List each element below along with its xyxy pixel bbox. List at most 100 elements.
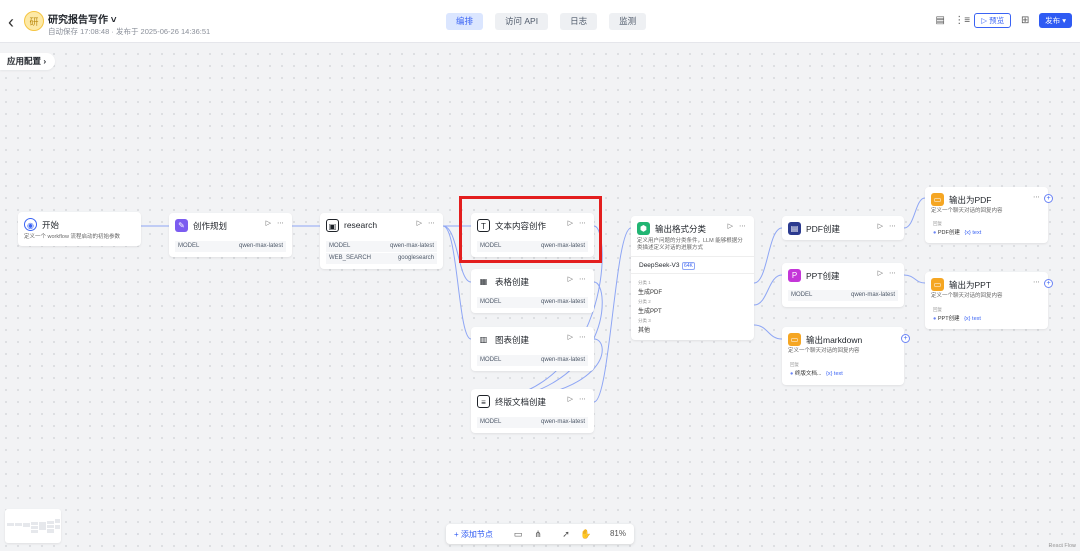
node-more-icon[interactable]: ⋯ bbox=[1033, 193, 1042, 201]
search-value: googlesearch bbox=[397, 255, 434, 261]
class-3-label: 分类 3 bbox=[638, 318, 651, 323]
react-flow-attribution[interactable]: React Flow bbox=[1048, 543, 1076, 549]
node-final-doc[interactable]: ≡ 终版文档创建 ▷ ⋯ MODEL qwen-max-latest bbox=[471, 389, 594, 433]
class-3-value: 其他 bbox=[638, 328, 651, 334]
pointer-icon[interactable]: ➚ bbox=[560, 528, 572, 540]
note-icon[interactable]: ▭ bbox=[512, 528, 524, 540]
settings-grid-icon[interactable]: ⊞ bbox=[1019, 14, 1031, 28]
highlight-box bbox=[459, 196, 602, 263]
model-row: MODEL qwen-max-latest bbox=[175, 241, 286, 252]
reply-text-var: {x} text bbox=[964, 230, 982, 236]
add-next-node-icon[interactable]: + bbox=[901, 334, 910, 343]
class-2-label: 分类 2 bbox=[638, 299, 651, 304]
node-description: 定义用户问题的分类条件，LLM 能够根据分类描述定义对话的进展方式 bbox=[637, 238, 743, 251]
node-run-more-icon[interactable]: ▷ ⋯ bbox=[878, 269, 898, 277]
zoom-level[interactable]: 81% bbox=[610, 529, 626, 538]
app-title[interactable]: 研究报告写作 ˅ bbox=[48, 11, 117, 26]
node-header: ▭ 输出markdown bbox=[788, 333, 898, 347]
canvas-toolbar: + 添加节点 ▭ ⋔ ➚ ✋ 81% bbox=[446, 524, 634, 544]
search-label: WEB_SEARCH bbox=[329, 255, 372, 261]
model-row: MODEL qwen-max-latest bbox=[477, 355, 588, 366]
back-arrow-icon[interactable]: ‹ bbox=[8, 13, 22, 31]
node-start[interactable]: ◉ 开始 定义一个 workflow 流程启动的初始参数 bbox=[18, 212, 141, 246]
model-label: MODEL bbox=[480, 299, 502, 305]
node-research[interactable]: ▣ research ▷ ⋯ MODEL qwen-max-latest WEB_… bbox=[320, 213, 443, 269]
add-next-node-icon[interactable]: + bbox=[1044, 194, 1053, 203]
node-header: ✎ 创作规划 ▷ ⋯ bbox=[175, 219, 286, 233]
node-output-markdown[interactable]: ▭ 输出markdown 定义一个聊天对话的回复内容 回复 ● 终版文档... … bbox=[782, 327, 910, 385]
node-run-more-icon[interactable]: ▷ ⋯ bbox=[568, 333, 588, 341]
node-chart-creation[interactable]: ▥ 图表创建 ▷ ⋯ MODEL qwen-max-latest bbox=[471, 327, 594, 371]
add-node-button[interactable]: + 添加节点 bbox=[454, 529, 493, 540]
layout-icon[interactable]: ⋔ bbox=[532, 528, 544, 540]
minimap[interactable] bbox=[5, 509, 61, 543]
node-run-more-icon[interactable]: ▷ ⋯ bbox=[878, 222, 898, 230]
header-actions: ▤ ⋮≡ ▷ 预览 ⊞ 发布 ▾ bbox=[934, 13, 1072, 28]
reply-variable: ● 终版文档... {x} text bbox=[790, 369, 843, 377]
node-title: 开始 bbox=[42, 220, 60, 230]
node-output-pdf[interactable]: ▭ 输出为PDF ⋯ 定义一个聊天对话的回复内容 回复 ● PDF创建 {x} … bbox=[925, 187, 1053, 243]
preview-button[interactable]: ▷ 预览 bbox=[974, 13, 1012, 28]
tab-orchestrate[interactable]: 编排 bbox=[446, 13, 484, 30]
model-name: DeepSeek-V3 bbox=[639, 262, 680, 269]
variables-icon[interactable]: ⋮≡ bbox=[954, 14, 970, 28]
model-value: qwen-max-latest bbox=[540, 419, 585, 425]
answer-icon: ▭ bbox=[931, 193, 944, 206]
classifier-icon: ⬢ bbox=[637, 222, 650, 235]
model-value: qwen-max-latest bbox=[238, 243, 283, 249]
node-title: 输出格式分类 bbox=[655, 224, 707, 234]
node-plan[interactable]: ✎ 创作规划 ▷ ⋯ MODEL qwen-max-latest bbox=[169, 213, 292, 257]
reply-text-var: {x} text bbox=[825, 371, 843, 377]
node-header: ▥ 图表创建 ▷ ⋯ bbox=[477, 333, 588, 347]
node-title: 表格创建 bbox=[495, 277, 530, 287]
node-run-more-icon[interactable]: ▷ ⋯ bbox=[266, 219, 286, 227]
node-title: 输出为PDF bbox=[949, 195, 992, 205]
node-title: 终版文档创建 bbox=[495, 397, 547, 407]
node-title: PDF创建 bbox=[806, 224, 841, 234]
node-run-more-icon[interactable]: ▷ ⋯ bbox=[568, 395, 588, 403]
start-icon: ◉ bbox=[24, 218, 37, 231]
node-description: 定义一个聊天对话的回复内容 bbox=[931, 208, 1003, 214]
app-avatar-icon: 研 bbox=[24, 11, 44, 31]
variable-dot-icon: ● bbox=[933, 230, 937, 236]
app-config-toggle[interactable]: 应用配置 › bbox=[0, 53, 56, 70]
node-title: 创作规划 bbox=[193, 221, 228, 231]
node-ppt-create[interactable]: P PPT创建 ▷ ⋯ MODEL qwen-max-latest bbox=[782, 263, 904, 307]
node-pdf-create[interactable]: ▤ PDF创建 ▷ ⋯ bbox=[782, 216, 904, 240]
model-row: MODEL qwen-max-latest bbox=[788, 290, 898, 301]
reply-source: PPT创建 bbox=[937, 316, 960, 322]
publish-button[interactable]: 发布 ▾ bbox=[1039, 13, 1072, 28]
node-run-more-icon[interactable]: ▷ ⋯ bbox=[728, 222, 748, 230]
node-run-more-icon[interactable]: ▷ ⋯ bbox=[568, 275, 588, 283]
node-title: 输出为PPT bbox=[949, 280, 992, 290]
node-title: 输出markdown bbox=[806, 335, 863, 345]
model-row: MODEL qwen-max-latest bbox=[477, 417, 588, 428]
tab-monitor[interactable]: 监测 bbox=[609, 13, 647, 30]
monitor-icon: ▣ bbox=[326, 219, 339, 232]
node-more-icon[interactable]: ⋯ bbox=[1033, 278, 1042, 286]
tab-api[interactable]: 访问 API bbox=[495, 13, 549, 30]
document-icon[interactable]: ▤ bbox=[934, 14, 946, 28]
node-output-classifier[interactable]: ⬢ 输出格式分类 ▷ ⋯ 定义用户问题的分类条件，LLM 能够根据分类描述定义对… bbox=[631, 216, 754, 340]
node-header: ⬢ 输出格式分类 ▷ ⋯ bbox=[637, 222, 748, 236]
class-2-value: 生成PPT bbox=[638, 309, 662, 315]
node-header: P PPT创建 ▷ ⋯ bbox=[788, 269, 898, 283]
node-output-ppt[interactable]: ▭ 输出为PPT ⋯ 定义一个聊天对话的回复内容 回复 ● PPT创建 {x} … bbox=[925, 272, 1053, 329]
minimap-preview bbox=[7, 519, 60, 533]
node-header: ▭ 输出为PDF ⋯ bbox=[931, 193, 1042, 207]
node-title: PPT创建 bbox=[806, 271, 840, 281]
variable-dot-icon: ● bbox=[933, 316, 937, 322]
node-table-creation[interactable]: ▦ 表格创建 ▷ ⋯ MODEL qwen-max-latest bbox=[471, 269, 594, 313]
tab-logs[interactable]: 日志 bbox=[560, 13, 598, 30]
add-next-node-icon[interactable]: + bbox=[1044, 279, 1053, 288]
answer-icon: ▭ bbox=[788, 333, 801, 346]
reply-variable: ● PDF创建 {x} text bbox=[933, 228, 981, 236]
class-1-label: 分类 1 bbox=[638, 280, 651, 285]
node-run-more-icon[interactable]: ▷ ⋯ bbox=[417, 219, 437, 227]
pdf-icon: ▤ bbox=[788, 222, 801, 235]
divider bbox=[631, 273, 754, 274]
node-header: ≡ 终版文档创建 ▷ ⋯ bbox=[477, 395, 588, 409]
hand-icon[interactable]: ✋ bbox=[580, 528, 592, 540]
node-title: research bbox=[344, 220, 378, 230]
node-header: ▦ 表格创建 ▷ ⋯ bbox=[477, 275, 588, 289]
